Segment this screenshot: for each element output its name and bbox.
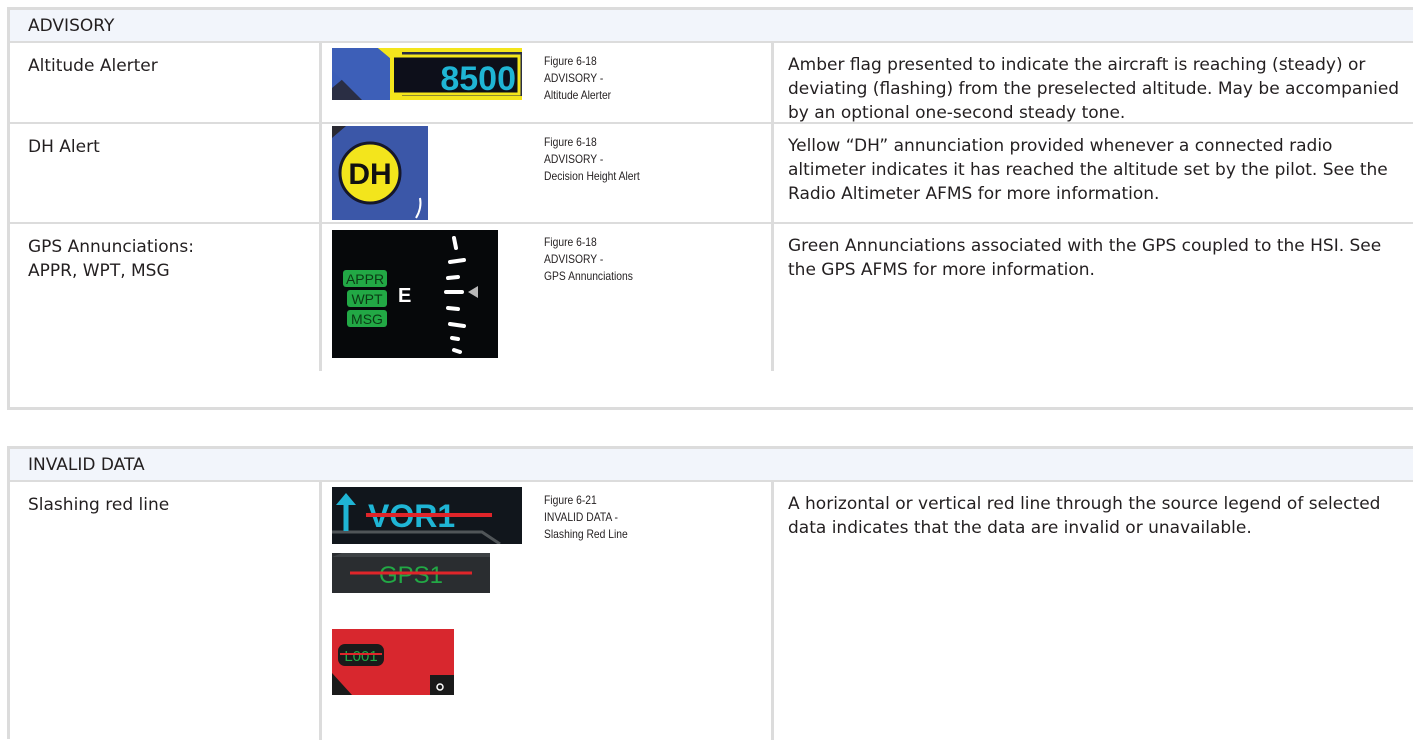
dh-alert-image: DH	[332, 126, 428, 220]
table-row: Slashing red line VOR1 GPS1 L001 Figure …	[10, 482, 1413, 740]
invalid-data-table: INVALID DATA Slashing red line VOR1 GPS1…	[7, 446, 1413, 740]
svg-text:APPR: APPR	[346, 271, 384, 287]
row-description: Yellow “DH” annunciation provided whenev…	[788, 136, 1388, 204]
row-name: Slashing red line	[10, 482, 322, 740]
figure-caption: Figure 6-18 ADVISORY - GPS Annunciations	[544, 235, 633, 283]
advisory-table: ADVISORY Altitude Alerter 8500 Figure 6-…	[7, 7, 1413, 410]
figure-caption: Figure 6-18 ADVISORY - Altitude Alerter	[544, 54, 612, 102]
advisory-header: ADVISORY	[10, 10, 1413, 43]
altitude-alerter-image: 8500	[332, 48, 522, 100]
row-description: A horizontal or vertical red line throug…	[788, 494, 1381, 538]
row-description: Green Annunciations associated with the …	[788, 236, 1382, 280]
svg-text:E: E	[398, 285, 411, 307]
table-row: DH Alert DH Figure 6-18 ADVISORY - Decis…	[10, 124, 1413, 224]
row-name: GPS Annunciations: APPR, WPT, MSG	[10, 224, 322, 371]
svg-text:L001: L001	[344, 648, 377, 665]
figure-caption: Figure 6-18 ADVISORY - Decision Height A…	[544, 135, 640, 183]
row-name: Altitude Alerter	[10, 43, 322, 122]
svg-text:WPT: WPT	[351, 291, 383, 307]
altitude-readout: 8500	[440, 60, 516, 98]
loc-legend-image: L001	[332, 629, 454, 695]
vor-legend-image: VOR1	[332, 487, 522, 544]
svg-text:GPS1: GPS1	[379, 562, 443, 589]
dh-label: DH	[348, 158, 391, 191]
invalid-data-header: INVALID DATA	[10, 449, 1413, 482]
table-row: Altitude Alerter 8500 Figure 6-18 ADVISO…	[10, 43, 1413, 124]
svg-text:MSG: MSG	[351, 311, 383, 327]
row-name: DH Alert	[10, 124, 322, 222]
table-row: GPS Annunciations: APPR, WPT, MSG APPR W…	[10, 224, 1413, 371]
row-description: Amber flag presented to indicate the air…	[788, 55, 1400, 123]
gps-annunciations-image: APPR WPT MSG E	[332, 230, 498, 358]
gps-legend-image: GPS1	[332, 553, 490, 593]
figure-caption: Figure 6-21 INVALID DATA - Slashing Red …	[544, 493, 628, 541]
